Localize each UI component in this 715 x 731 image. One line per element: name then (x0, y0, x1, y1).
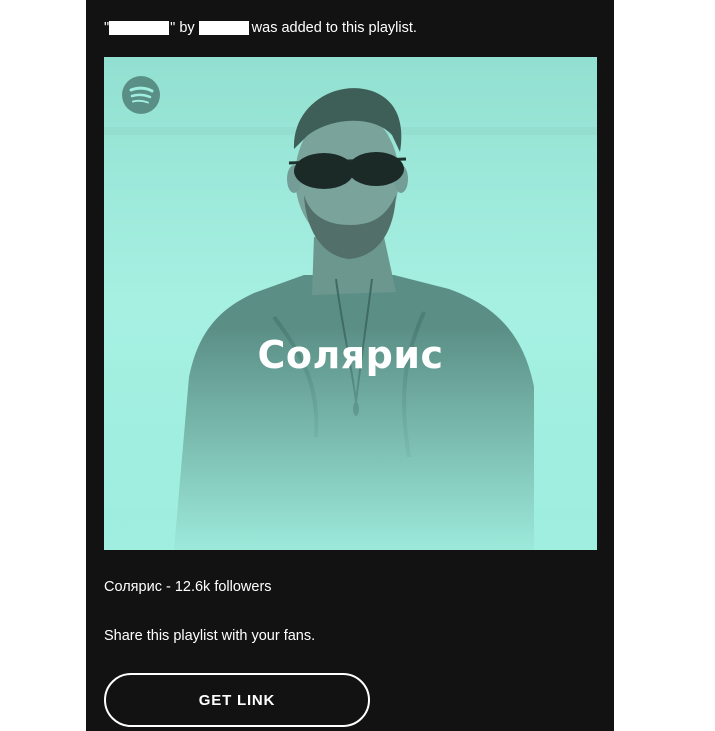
redacted-track-title (109, 21, 170, 35)
share-text: Share this playlist with your fans. (104, 628, 316, 644)
cover-artwork (104, 57, 597, 550)
notice-quote-close: " by (170, 20, 195, 36)
playlist-meta: Солярис - 12.6k followers (104, 579, 272, 595)
spotify-logo-icon (122, 76, 160, 114)
get-link-button[interactable]: GET LINK (104, 673, 370, 727)
notice-suffix: was added to this playlist. (251, 20, 417, 36)
redacted-artist-name (198, 21, 249, 35)
playlist-cover[interactable]: Солярис (104, 57, 597, 550)
cover-title: Солярис (257, 333, 444, 377)
added-notice: " " by was added to this playlist. (104, 19, 417, 37)
email-card: " " by was added to this playlist. Соляр… (86, 0, 614, 731)
